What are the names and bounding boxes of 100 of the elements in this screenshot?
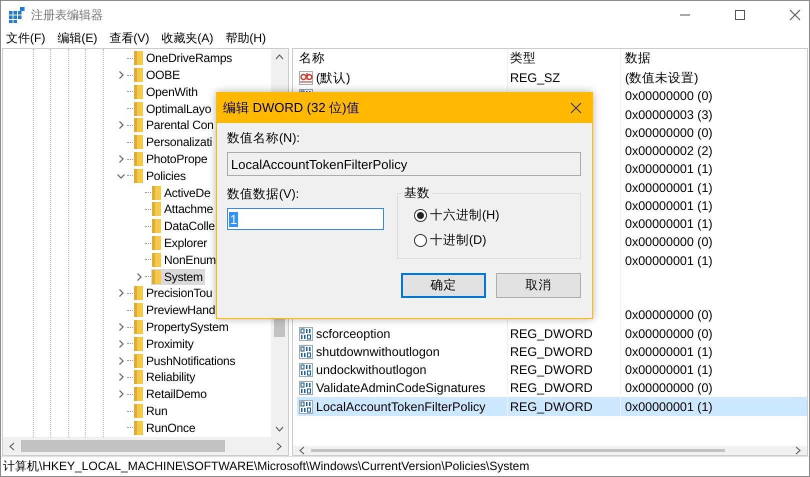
close-icon[interactable] [789, 9, 801, 22]
value-data: 0x00000000 (0) [625, 381, 713, 396]
chevron-right-icon[interactable] [117, 289, 125, 298]
folder-icon [134, 135, 143, 150]
scroll-left-icon[interactable] [9, 442, 15, 451]
value-name[interactable]: ValidateAdminCodeSignatures [316, 381, 486, 396]
tree-item[interactable]: OneDriveRamps [133, 50, 234, 66]
folder-icon [134, 118, 143, 132]
tree-item[interactable]: Explorer [151, 235, 210, 252]
menu-item[interactable]: 帮助(H) [225, 30, 266, 48]
folder-icon [152, 252, 161, 267]
folder-icon [134, 420, 143, 435]
tree-item[interactable]: RetailDemo [133, 386, 209, 402]
dialog-title: 编辑 DWORD (32 位)值 [223, 99, 360, 117]
scroll-right-icon[interactable] [795, 446, 801, 456]
folder-icon [134, 286, 143, 300]
folder-icon [134, 84, 143, 99]
registry-icon [9, 7, 25, 24]
scroll-down-icon[interactable] [275, 426, 284, 432]
tree-item[interactable]: Parental Con [133, 117, 216, 134]
radio-option[interactable]: 十六进制(H) [414, 207, 580, 224]
folder-icon [134, 370, 143, 384]
radio-option[interactable]: 十进制(D) [414, 232, 580, 249]
tree-item[interactable]: Attachme [151, 201, 216, 218]
tree-item[interactable]: PhotoPrope [133, 151, 210, 168]
tree-item[interactable]: System [151, 268, 205, 285]
tree-item[interactable]: PushNotifications [133, 352, 238, 369]
value-name[interactable]: LocalAccountTokenFilterPolicy [316, 400, 486, 414]
chevron-right-icon[interactable] [117, 71, 125, 80]
folder-icon [134, 51, 143, 66]
tree-item[interactable]: Run [133, 403, 170, 420]
chevron-right-icon[interactable] [135, 272, 143, 281]
tree-item[interactable]: DataColle [151, 218, 217, 234]
chevron-right-icon[interactable] [117, 121, 125, 130]
name-field[interactable]: LocalAccountTokenFilterPolicy [227, 152, 581, 176]
folder-icon [134, 68, 143, 82]
scrollbar-thumb[interactable] [311, 449, 725, 452]
tree-item[interactable]: OptimalLayo [133, 100, 214, 117]
value-data: 0x00000000 (0) [625, 89, 713, 104]
scroll-left-icon[interactable] [299, 446, 305, 456]
value-data: 0x00000000 (0) [625, 126, 713, 140]
tree-item[interactable]: OpenWith [133, 84, 200, 100]
tree-item[interactable]: PreviewHand [133, 302, 218, 318]
tree-item[interactable]: Personalizati [133, 134, 214, 150]
menu-item[interactable]: 编辑(E) [57, 30, 98, 48]
value-name[interactable]: undockwithoutlogon [316, 363, 426, 378]
chevron-right-icon[interactable] [117, 323, 125, 332]
chevron-right-icon[interactable] [117, 356, 125, 365]
column-header[interactable]: 名称 [297, 48, 507, 69]
chevron-right-icon[interactable] [117, 390, 125, 398]
tree-item[interactable]: Reliability [133, 369, 198, 386]
group-label: 基数 [402, 185, 432, 202]
folder-icon [152, 219, 161, 234]
chevron-down-icon[interactable] [117, 172, 125, 180]
chevron-right-icon[interactable] [117, 373, 125, 382]
field-label: 数值名称(N): [227, 130, 301, 146]
value-type: REG_DWORD [510, 381, 593, 396]
value-data: 0x00000001 (1) [625, 363, 713, 378]
folder-icon [152, 270, 161, 284]
maximize-icon[interactable] [734, 9, 746, 22]
scroll-up-icon[interactable] [275, 54, 284, 60]
tree-item[interactable]: RunOnce [133, 420, 198, 436]
tree-item[interactable]: Policies [133, 168, 188, 184]
value-name[interactable]: shutdownwithoutlogon [316, 344, 440, 359]
cancel-button[interactable]: 取消 [496, 273, 581, 298]
scroll-right-icon[interactable] [276, 442, 282, 451]
scrollbar-thumb[interactable] [21, 440, 225, 452]
tree-item[interactable]: ActiveDe [151, 184, 212, 201]
value-data: 0x00000003 (3) [625, 108, 713, 122]
folder-icon [152, 236, 161, 250]
value-data: 0x00000000 (0) [625, 326, 713, 341]
chevron-right-icon[interactable] [117, 155, 125, 164]
status-path: 计算机\HKEY_LOCAL_MACHINE\SOFTWARE\Microsoft\Windows\CurrentVersion\Policies\System [3, 458, 530, 476]
ok-button[interactable]: 确定 [401, 273, 486, 298]
menu-item[interactable]: 查看(V) [109, 30, 150, 48]
menu-item[interactable]: 文件(F) [6, 30, 46, 48]
value-name[interactable]: scforceoption [316, 326, 390, 341]
folder-icon [134, 354, 143, 368]
tree-item[interactable]: PrecisionTou [133, 285, 214, 302]
folder-icon [152, 202, 161, 216]
value-data: 0x00000000 (0) [625, 235, 713, 250]
column-header[interactable]: 类型 [507, 48, 621, 69]
folder-icon [134, 336, 143, 351]
value-type: REG_DWORD [510, 326, 593, 341]
value-data: 0x00000000 (0) [625, 308, 713, 322]
tree-item[interactable]: Proximity [133, 336, 196, 352]
chevron-right-icon[interactable] [117, 340, 125, 348]
value-data: 0x00000001 (1) [625, 180, 713, 195]
value-type: REG_SZ [510, 71, 560, 86]
menu-item[interactable]: 收藏夹(A) [161, 30, 214, 48]
tree-item[interactable]: PropertySystem [133, 319, 231, 336]
tree-item[interactable]: OOBE [133, 67, 182, 84]
folder-icon [134, 303, 143, 318]
value-name[interactable]: (默认) [316, 70, 350, 87]
column-header[interactable]: 数据 [621, 48, 807, 69]
value-type: REG_DWORD [510, 400, 593, 414]
close-icon[interactable] [570, 102, 582, 114]
folder-icon [134, 387, 143, 402]
field-label: 数值数据(V): [227, 186, 300, 202]
tree-item[interactable]: NonEnum [151, 252, 218, 268]
